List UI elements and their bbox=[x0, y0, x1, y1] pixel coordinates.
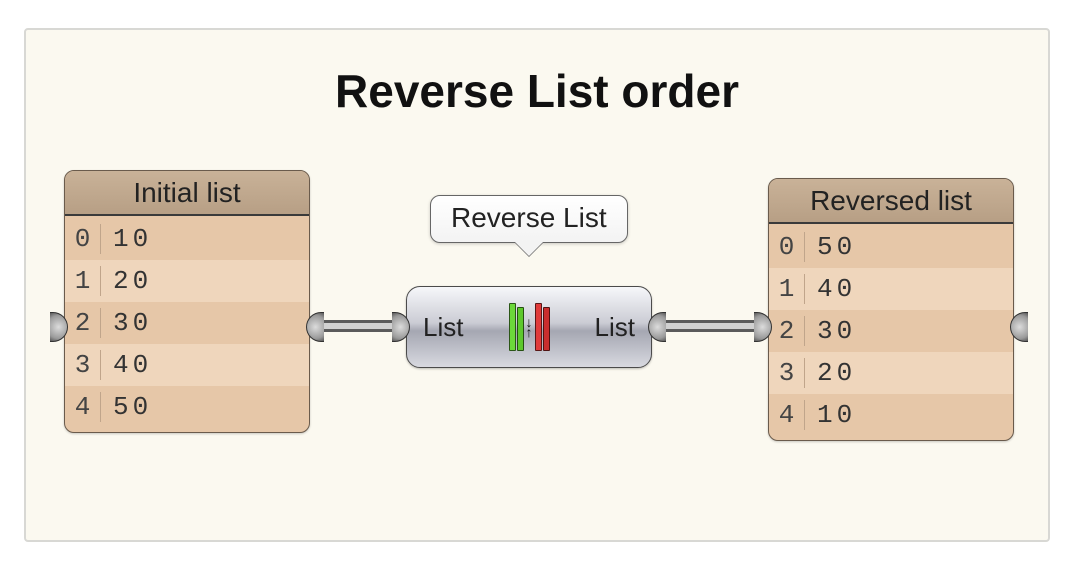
list-item: 120 bbox=[65, 260, 309, 302]
list-item-index: 0 bbox=[65, 224, 101, 254]
list-item: 140 bbox=[769, 268, 1013, 310]
list-item-value: 50 bbox=[101, 392, 152, 422]
list-item-value: 40 bbox=[101, 350, 152, 380]
list-item-index: 3 bbox=[65, 350, 101, 380]
list-item: 340 bbox=[65, 344, 309, 386]
list-item-index: 4 bbox=[65, 392, 101, 422]
list-item: 010 bbox=[65, 218, 309, 260]
list-item-value: 20 bbox=[805, 358, 856, 388]
list-item: 320 bbox=[769, 352, 1013, 394]
list-item-value: 10 bbox=[805, 400, 856, 430]
list-item-value: 10 bbox=[101, 224, 152, 254]
list-item-index: 2 bbox=[769, 316, 805, 346]
list-item-index: 1 bbox=[769, 274, 805, 304]
initial-list-panel[interactable]: Initial list 010120230340450 bbox=[64, 170, 310, 433]
list-item-value: 20 bbox=[101, 266, 152, 296]
list-item: 230 bbox=[769, 310, 1013, 352]
list-item: 050 bbox=[769, 226, 1013, 268]
reverse-list-node[interactable]: List ↓↑ List bbox=[406, 286, 652, 368]
list-item-index: 4 bbox=[769, 400, 805, 430]
diagram-frame: Reverse List order Initial list 01012023… bbox=[0, 0, 1074, 566]
list-item-index: 3 bbox=[769, 358, 805, 388]
reversed-list-body: 050140230320410 bbox=[769, 224, 1013, 440]
list-item-index: 0 bbox=[769, 232, 805, 262]
list-item-value: 30 bbox=[101, 308, 152, 338]
list-item-value: 30 bbox=[805, 316, 856, 346]
initial-list-header: Initial list bbox=[65, 171, 309, 216]
list-item-index: 2 bbox=[65, 308, 101, 338]
list-item: 230 bbox=[65, 302, 309, 344]
node-tooltip: Reverse List bbox=[430, 195, 628, 243]
list-item: 410 bbox=[769, 394, 1013, 436]
reversed-list-header: Reversed list bbox=[769, 179, 1013, 224]
list-item-value: 50 bbox=[805, 232, 856, 262]
canvas: Initial list 010120230340450 Reversed li… bbox=[26, 30, 1048, 540]
reverse-list-icon: ↓↑ bbox=[509, 303, 550, 351]
initial-list-body: 010120230340450 bbox=[65, 216, 309, 432]
list-item-value: 40 bbox=[805, 274, 856, 304]
node-output-label: List bbox=[595, 312, 635, 343]
reversed-list-panel[interactable]: Reversed list 050140230320410 bbox=[768, 178, 1014, 441]
list-item: 450 bbox=[65, 386, 309, 428]
node-input-label: List bbox=[423, 312, 463, 343]
list-item-index: 1 bbox=[65, 266, 101, 296]
diagram-panel: Reverse List order Initial list 01012023… bbox=[24, 28, 1050, 542]
